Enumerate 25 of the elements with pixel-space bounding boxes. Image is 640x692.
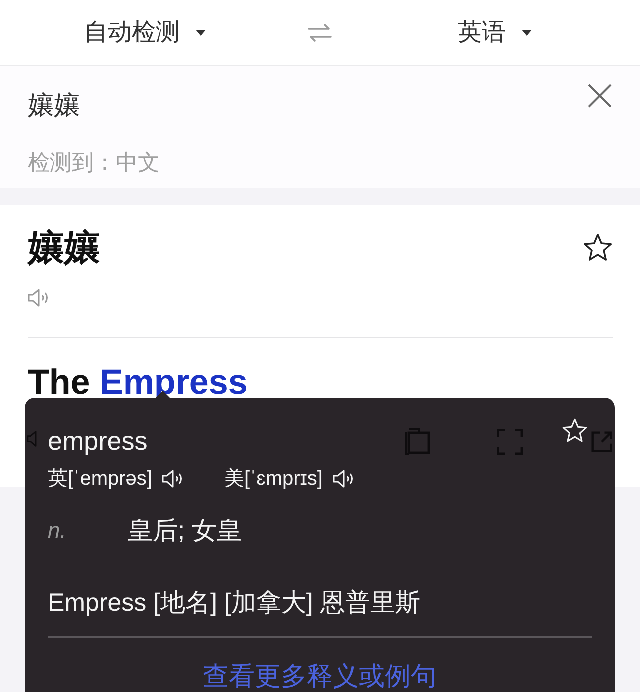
copy-icon: [405, 428, 431, 456]
caret-icon: [196, 30, 206, 36]
expand-icon: [591, 431, 613, 453]
proper-noun-text: Empress [地名] [加拿大] 恩普里斯: [48, 588, 420, 619]
translation-word[interactable]: Empress: [100, 363, 248, 402]
input-field[interactable]: 孃孃: [28, 88, 80, 122]
close-icon[interactable]: [588, 84, 612, 108]
swap-languages-icon[interactable]: [308, 24, 332, 42]
fullscreen-icon: [497, 429, 523, 455]
star-icon[interactable]: [583, 233, 613, 263]
source-word: 孃孃: [28, 226, 100, 270]
caret-icon: [522, 30, 532, 36]
star-icon[interactable]: [562, 418, 588, 444]
detected-language-label: 检测到：中文: [28, 149, 160, 177]
meaning-text: 皇后; 女皇: [128, 516, 242, 547]
phonetic-label: 美[ˈɛmprɪs]: [224, 467, 323, 492]
speaker-icon[interactable]: [332, 469, 355, 489]
target-language-dropdown[interactable]: 英语: [458, 18, 532, 48]
part-of-speech: n.: [48, 517, 68, 545]
phonetic-label: 英[ˈemprəs]: [48, 467, 152, 492]
headword: empress: [48, 425, 148, 457]
source-language-dropdown[interactable]: 自动检测: [84, 18, 206, 48]
speaker-icon[interactable]: [162, 469, 184, 489]
speaker-icon: [27, 430, 37, 448]
translation-word[interactable]: The: [28, 363, 90, 402]
